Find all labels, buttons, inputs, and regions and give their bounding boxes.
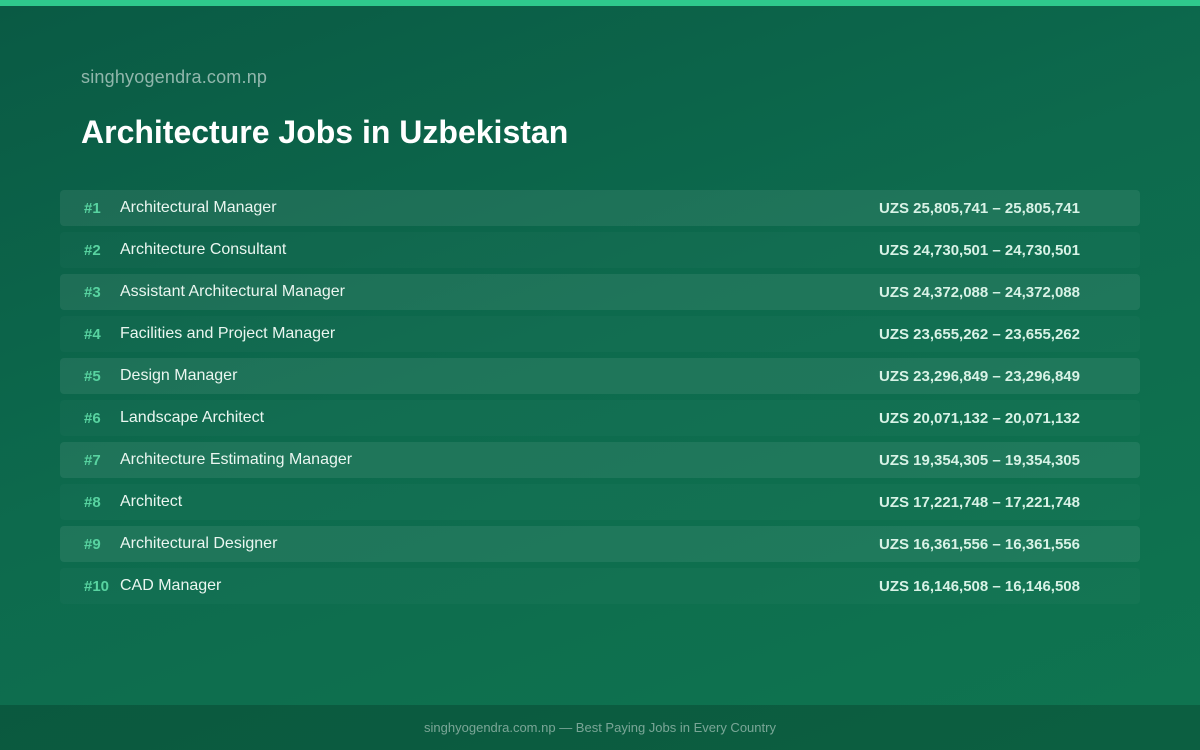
job-title: Architectural Designer — [120, 535, 278, 552]
job-title: Architect — [120, 493, 183, 510]
footer-text: singhyogendra.com.np — Best Paying Jobs … — [424, 720, 776, 735]
job-title: Architecture Estimating Manager — [120, 451, 353, 468]
site-name: singhyogendra.com.np — [81, 67, 268, 87]
job-row: #6 Landscape Architect UZS 20,071,132 – … — [60, 400, 1140, 436]
job-salary: UZS 20,071,132 – 20,071,132 — [879, 409, 1080, 427]
job-salary: UZS 16,361,556 – 16,361,556 — [879, 535, 1080, 553]
job-rank: #7 — [84, 451, 101, 469]
job-salary: UZS 16,146,508 – 16,146,508 — [879, 577, 1080, 595]
job-salary: UZS 24,372,088 – 24,372,088 — [879, 283, 1080, 301]
job-rank: #1 — [84, 199, 101, 217]
job-rank: #3 — [84, 283, 101, 301]
job-row: #7 Architecture Estimating Manager UZS 1… — [60, 442, 1140, 478]
top-accent-bar — [0, 0, 1200, 6]
job-row: #3 Assistant Architectural Manager UZS 2… — [60, 274, 1140, 310]
job-rank: #5 — [84, 367, 101, 385]
job-row: #8 Architect UZS 17,221,748 – 17,221,748 — [60, 484, 1140, 520]
job-list: #1 Architectural Manager UZS 25,805,741 … — [60, 190, 1140, 610]
job-rank: #9 — [84, 535, 101, 553]
job-title: Architecture Consultant — [120, 241, 287, 258]
job-rank: #8 — [84, 493, 101, 511]
job-row: #1 Architectural Manager UZS 25,805,741 … — [60, 190, 1140, 226]
job-rank: #6 — [84, 409, 101, 427]
job-salary: UZS 24,730,501 – 24,730,501 — [879, 241, 1080, 259]
job-title: Landscape Architect — [120, 409, 265, 426]
page-title: Architecture Jobs in Uzbekistan — [81, 114, 569, 150]
job-rank: #4 — [84, 325, 101, 343]
job-row: #4 Facilities and Project Manager UZS 23… — [60, 316, 1140, 352]
job-row: #10 CAD Manager UZS 16,146,508 – 16,146,… — [60, 568, 1140, 604]
job-row: #5 Design Manager UZS 23,296,849 – 23,29… — [60, 358, 1140, 394]
job-salary: UZS 17,221,748 – 17,221,748 — [879, 493, 1080, 511]
job-row: #2 Architecture Consultant UZS 24,730,50… — [60, 232, 1140, 268]
job-rank: #2 — [84, 241, 101, 259]
job-title: Assistant Architectural Manager — [120, 283, 345, 300]
job-salary: UZS 19,354,305 – 19,354,305 — [879, 451, 1080, 469]
footer: singhyogendra.com.np — Best Paying Jobs … — [0, 705, 1200, 750]
job-row: #9 Architectural Designer UZS 16,361,556… — [60, 526, 1140, 562]
job-salary: UZS 23,655,262 – 23,655,262 — [879, 325, 1080, 343]
job-title: CAD Manager — [120, 577, 222, 594]
job-salary: UZS 25,805,741 – 25,805,741 — [879, 199, 1080, 217]
job-title: Architectural Manager — [120, 199, 277, 216]
job-title: Design Manager — [120, 367, 238, 384]
job-rank: #10 — [84, 577, 110, 595]
job-salary: UZS 23,296,849 – 23,296,849 — [879, 367, 1080, 385]
job-title: Facilities and Project Manager — [120, 325, 336, 342]
